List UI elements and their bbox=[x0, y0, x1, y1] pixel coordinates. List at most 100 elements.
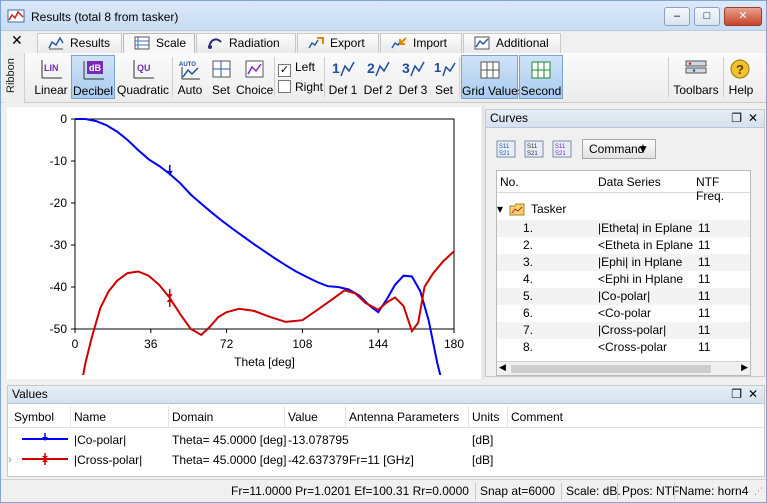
x-tick-label: 108 bbox=[292, 337, 312, 351]
scroll-thumb[interactable] bbox=[511, 365, 711, 373]
group-label: Tasker bbox=[531, 202, 567, 216]
second-button[interactable]: Second bbox=[519, 55, 563, 99]
scroll-left-icon[interactable]: ◀ bbox=[499, 362, 506, 373]
table-row[interactable]: |Co-polar| Theta= 45.0000 [deg] -13.0787… bbox=[8, 430, 764, 450]
tab-export[interactable]: Export bbox=[297, 33, 379, 53]
set-def-button[interactable]: 1 Set bbox=[431, 55, 457, 99]
col-no[interactable]: No. bbox=[500, 175, 519, 189]
def1-button[interactable]: 1 Def 1 bbox=[327, 55, 359, 99]
list-item[interactable]: 2. <Etheta in Eplane 11 bbox=[497, 237, 750, 254]
radiation-pattern-plot[interactable]: 0 -10 -20 -30 -40 -50 0 36 72 108 144 180 Theta [deg… bbox=[7, 107, 481, 379]
item-freq: 11 bbox=[698, 306, 711, 320]
command-label: Command bbox=[589, 142, 645, 156]
float-panel-icon[interactable]: ❐ bbox=[731, 110, 742, 127]
x-tick-label: 144 bbox=[368, 337, 388, 351]
choice-button[interactable]: Choice bbox=[236, 55, 273, 99]
decibel-button[interactable]: dB Decibel bbox=[71, 55, 115, 99]
quadratic-button[interactable]: QU Quadratic bbox=[117, 55, 169, 99]
values-panel-header: Values ❐ ✕ bbox=[8, 386, 764, 404]
list-item[interactable]: 6. <Co-polar 11 bbox=[497, 305, 750, 322]
item-no: 2. bbox=[523, 238, 534, 252]
tab-scale[interactable]: Scale bbox=[123, 33, 195, 54]
row-domain: Theta= 45.0000 [deg] bbox=[172, 453, 287, 467]
title-bar: Results (total 8 from tasker) – □ ✕ bbox=[1, 1, 766, 31]
right-axis-checkbox[interactable]: Right bbox=[278, 80, 323, 94]
collapse-icon[interactable]: ▾ bbox=[497, 202, 503, 216]
cross-polar-symbol bbox=[14, 452, 70, 469]
sort-series-icon[interactable]: S11S21 bbox=[496, 140, 516, 158]
close-panel-icon[interactable]: ✕ bbox=[748, 386, 758, 403]
svg-text:S11: S11 bbox=[555, 144, 566, 150]
minimize-button[interactable]: – bbox=[664, 7, 690, 26]
toolbars-button[interactable]: Toolbars bbox=[671, 55, 721, 99]
grid-values-button[interactable]: Grid Values bbox=[461, 55, 524, 99]
tab-additional[interactable]: Additional bbox=[463, 33, 561, 53]
item-freq: 11 bbox=[698, 238, 711, 252]
set-button[interactable]: Set bbox=[207, 55, 235, 99]
ribbon-close-icon[interactable]: ✕ bbox=[11, 32, 23, 49]
def3-button[interactable]: 3 Def 3 bbox=[396, 55, 430, 99]
list-item[interactable]: 1. |Etheta| in Eplane 11 bbox=[497, 220, 750, 237]
tasker-group-row[interactable]: ▾ Tasker bbox=[497, 201, 750, 218]
list-item[interactable]: 7. |Cross-polar| 11 bbox=[497, 322, 750, 339]
curves-panel-title: Curves bbox=[490, 111, 529, 125]
svg-text:2: 2 bbox=[367, 60, 375, 76]
linear-button[interactable]: LIN Linear bbox=[32, 55, 70, 99]
list-item[interactable]: 3. |Ephi| in Hplane 11 bbox=[497, 254, 750, 271]
y-tick-label: -20 bbox=[50, 196, 68, 210]
tab-results-label: Results bbox=[70, 36, 111, 50]
col-value[interactable]: Value bbox=[288, 410, 318, 424]
float-panel-icon[interactable]: ❐ bbox=[731, 386, 742, 403]
values-panel-title: Values bbox=[12, 387, 48, 401]
series-compare-icon[interactable]: S11S21 bbox=[552, 140, 572, 158]
def2-icon: 2 bbox=[367, 60, 390, 77]
svg-text:S21: S21 bbox=[555, 151, 566, 157]
item-series: <Cross-polar bbox=[598, 340, 668, 354]
tab-results[interactable]: Results bbox=[37, 33, 122, 53]
auto-scale-icon: AUTO bbox=[179, 62, 200, 80]
close-panel-icon[interactable]: ✕ bbox=[748, 110, 758, 127]
col-name[interactable]: Name bbox=[74, 410, 106, 424]
col-domain[interactable]: Domain bbox=[172, 410, 213, 424]
series-list-icon[interactable]: S11S21 bbox=[524, 140, 544, 158]
tab-import-label: Import bbox=[413, 36, 448, 50]
col-antenna-params[interactable]: Antenna Parameters bbox=[349, 410, 459, 424]
item-series: <Co-polar bbox=[598, 306, 652, 320]
scroll-right-icon[interactable]: ▶ bbox=[741, 362, 748, 373]
col-data-series[interactable]: Data Series bbox=[598, 175, 661, 189]
tab-scale-label: Scale bbox=[156, 36, 187, 50]
tab-radiation[interactable]: Radiation bbox=[196, 33, 296, 53]
plot-pane[interactable]: 0 -10 -20 -30 -40 -50 0 36 72 108 144 180 Theta [deg… bbox=[7, 107, 481, 379]
row-units: [dB] bbox=[472, 433, 494, 447]
def2-button[interactable]: 2 Def 2 bbox=[361, 55, 395, 99]
horizontal-scrollbar[interactable]: ◀ ▶ bbox=[497, 361, 750, 375]
left-check-box[interactable]: ✓ bbox=[278, 64, 291, 77]
ribbon-side-label[interactable]: Ribbon bbox=[3, 53, 25, 103]
resize-grip-icon[interactable]: ⋰ bbox=[754, 486, 763, 497]
item-freq: 11 bbox=[698, 323, 711, 337]
tab-import[interactable]: Import bbox=[380, 33, 462, 53]
list-item[interactable]: 5. |Co-polar| 11 bbox=[497, 288, 750, 305]
y-tick-label: -10 bbox=[50, 154, 68, 168]
col-units[interactable]: Units bbox=[472, 410, 499, 424]
list-item[interactable]: 8. <Cross-polar 11 bbox=[497, 339, 750, 356]
ribbon-tabs: ✕ Results Scale Radiation Export Import … bbox=[1, 31, 766, 54]
maximize-button[interactable]: □ bbox=[694, 7, 720, 26]
col-symbol[interactable]: Symbol bbox=[14, 410, 54, 424]
command-dropdown[interactable]: Command ▼ bbox=[582, 139, 656, 159]
row-name: |Co-polar| bbox=[74, 433, 127, 447]
right-check-box[interactable] bbox=[278, 80, 291, 93]
auto-button[interactable]: AUTO Auto bbox=[175, 55, 205, 99]
col-comment[interactable]: Comment bbox=[511, 410, 563, 424]
ribbon-separator bbox=[324, 57, 325, 97]
svg-text:?: ? bbox=[736, 62, 744, 77]
help-button[interactable]: ? Help bbox=[726, 55, 756, 99]
list-item[interactable]: 4. <Ephi in Hplane 11 bbox=[497, 271, 750, 288]
ribbon-separator bbox=[459, 57, 460, 97]
close-button[interactable]: ✕ bbox=[724, 7, 762, 26]
item-no: 7. bbox=[523, 323, 534, 337]
svg-text:S21: S21 bbox=[499, 151, 510, 157]
table-row[interactable]: › |Cross-polar| Theta= 45.0000 [deg] -42… bbox=[8, 450, 764, 470]
col-ntf-freq[interactable]: NTF Freq. bbox=[696, 175, 750, 203]
left-axis-checkbox[interactable]: ✓ Left bbox=[278, 60, 315, 77]
